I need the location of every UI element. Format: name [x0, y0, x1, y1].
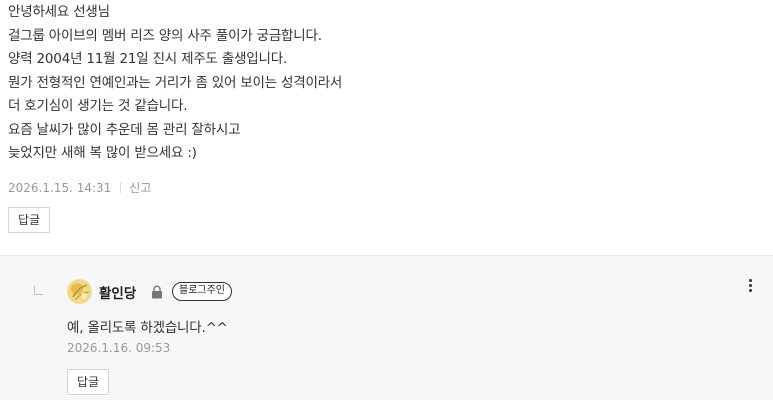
author-name[interactable]: 활인당	[99, 282, 136, 302]
comment-line: 뭔가 전형적인 연예인과는 거리가 좀 있어 보이는 성격이라서	[8, 74, 343, 91]
lock-icon	[151, 284, 163, 299]
reply-text: 예, 올리도록 하겠습니다.^^	[67, 320, 228, 336]
reply-button[interactable]: 답글	[8, 207, 51, 233]
reply-comment: 활인당 블로그주인 예, 올리도록 하겠습니다.^^ 2026.1.16. 09…	[0, 255, 773, 400]
reply-arrow-icon	[34, 286, 43, 295]
avatar[interactable]	[67, 279, 92, 304]
comment-line: 늦었지만 새해 복 많이 받으세요 :)	[8, 145, 197, 161]
comment: 안녕하세요 선생님 걸그룹 아이브의 멤버 리즈 양의 사주 풀이가 궁금합니다…	[0, 0, 773, 255]
comment-body: 안녕하세요 선생님 걸그룹 아이브의 멤버 리즈 양의 사주 풀이가 궁금합니다…	[8, 1, 708, 166]
report-link[interactable]: 신고	[129, 179, 151, 196]
more-vertical-icon[interactable]	[745, 278, 755, 296]
meta-divider	[120, 182, 122, 193]
owner-badge: 블로그주인	[172, 282, 232, 301]
comment-line: 요즘 날씨가 많이 추운데 몸 관리 잘하시고	[8, 121, 241, 138]
comment-date: 2026.1.15. 14:31	[8, 180, 112, 195]
comment-line: 걸그룹 아이브의 멤버 리즈 양의 사주 풀이가 궁금합니다.	[8, 27, 322, 44]
comment-line: 안녕하세요 선생님	[8, 4, 110, 20]
reply-button[interactable]: 답글	[67, 369, 110, 395]
comment-line: 더 호기심이 생기는 것 같습니다.	[8, 98, 188, 114]
comment-line: 양력 2004년 11월 21일 진시 제주도 출생입니다.	[8, 51, 288, 67]
reply-date: 2026.1.16. 09:53	[67, 341, 171, 355]
comment-meta: 2026.1.15. 14:31 신고	[8, 179, 151, 196]
